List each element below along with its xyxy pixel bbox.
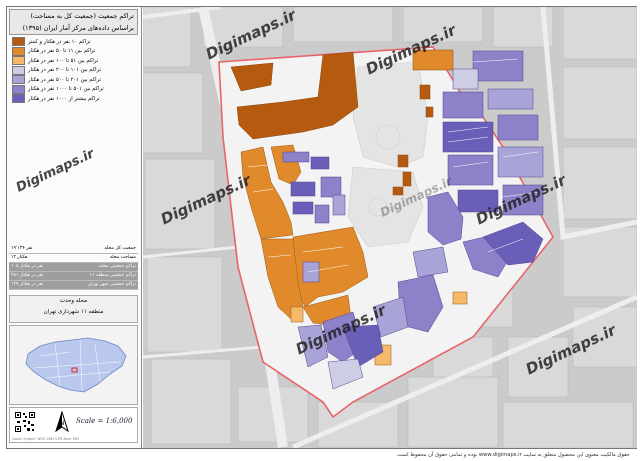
stats-value: ۲۸۱ نفر در هکتار: [11, 273, 44, 278]
stats-table: ۱۹٬۱۳۴ نفر جمعیت کل محله ۱۲ هکتار مساحت مح…: [9, 245, 138, 290]
inset-map: [9, 325, 138, 405]
scale-box: N Scale = 1:6,000 Coord. System: WGS 198…: [9, 407, 138, 443]
legend-item: تراکم ۱۰ نفر در هکتار و کمتر: [9, 37, 138, 47]
stats-label: جمعیت کل محله: [104, 246, 136, 251]
map-title: تراکم جمعیت (جمعیت کل به مساحت) براساس د…: [9, 9, 138, 35]
north-arrow-icon: N: [55, 411, 69, 433]
map-title-line2: براساس داده‌های مرکز آمار ایران (۱۳۹۵): [22, 24, 134, 32]
stats-row: ۱۲۹ نفر در هکتار تراکم جمعیتی شهر تهران: [9, 281, 138, 290]
stats-value: ۱۲۹ نفر در هکتار: [11, 282, 44, 287]
stats-row: ۱۰۸ نفر در هکتار تراکم جمعیتی محله: [9, 263, 138, 272]
legend-label: تراکم ۱۰ نفر در هکتار و کمتر: [28, 38, 91, 45]
legend-item: تراکم بین ۱۰۱ تا ۲۰۰ نفر در هکتار: [9, 65, 138, 76]
legend-swatch: [12, 94, 25, 104]
map-svg: [143, 7, 637, 448]
legend-item: تراکم بین ۱۱ تا ۵۰ نفر در هکتار: [9, 46, 138, 57]
stats-value: ۱۹٬۱۳۴ نفر: [11, 246, 33, 251]
legend-item: تراکم بین ۵۰۱ تا ۱۰۰۰ نفر در هکتار: [9, 84, 138, 95]
legend-label: تراکم بین ۲۰۱ تا ۵۰۰ نفر در هکتار: [28, 76, 101, 83]
legend-swatch: [12, 37, 25, 47]
legend-label: تراکم بین ۱۱ تا ۵۰ نفر در هکتار: [28, 48, 96, 55]
legend-item: تراکم بین ۵۱ تا ۱۰۰ نفر در هکتار: [9, 56, 138, 66]
legend-panel: تراکم جمعیت (جمعیت کل به مساحت) براساس د…: [7, 7, 142, 448]
district-box: محله وحدت منطقه ۱۱ شهرداری تهران: [9, 295, 138, 323]
svg-text:N: N: [60, 420, 65, 427]
legend-swatch: [12, 46, 25, 56]
stats-row: ۲۸۱ نفر در هکتار تراکم جمعیتی منطقه ۱۱: [9, 272, 138, 281]
legend-swatch: [12, 65, 25, 75]
stats-row: ۱۲ هکتار مساحت محله: [9, 254, 138, 263]
legend-label: تراکم بین ۱۰۱ تا ۲۰۰ نفر در هکتار: [28, 67, 101, 74]
legend-item: تراکم بین ۲۰۱ تا ۵۰۰ نفر در هکتار: [9, 75, 138, 85]
stats-label: تراکم جمعیتی محله: [99, 264, 136, 269]
stats-label: مساحت محله: [109, 255, 136, 260]
projection-credit: Coord. System: WGS 1984 UTM Zone 39N: [12, 437, 79, 441]
legend-label: تراکم بین ۵۱ تا ۱۰۰ نفر در هکتار: [28, 57, 99, 64]
legend-label: تراکم بین ۵۰۱ تا ۱۰۰۰ نفر در هکتار: [28, 86, 104, 93]
stats-label: تراکم جمعیتی شهر تهران: [87, 282, 136, 287]
stats-value: ۱۰۸ نفر در هکتار: [11, 264, 44, 269]
qr-code: [14, 411, 36, 433]
scale-label: Scale = 1:6,000: [76, 417, 133, 425]
stats-label: تراکم جمعیتی منطقه ۱۱: [89, 273, 136, 278]
map-canvas[interactable]: Digimaps.ir Digimaps.ir Digimaps.ir Digi…: [143, 7, 637, 448]
legend-label: تراکم بیشتر از ۱۰۰۰ نفر در هکتار: [28, 95, 100, 102]
legend-item: تراکم بیشتر از ۱۰۰۰ نفر در هکتار: [9, 94, 138, 104]
tehran-outline: [25, 337, 127, 393]
stats-row: ۱۹٬۱۳۴ نفر جمعیت کل محله: [9, 245, 138, 254]
legend-swatch: [12, 84, 25, 94]
district-region: منطقه ۱۱ شهرداری تهران: [43, 309, 104, 315]
map-title-line1: تراکم جمعیت (جمعیت کل به مساحت): [30, 12, 134, 20]
legend: تراکم ۱۰ نفر در هکتار و کمتر تراکم بین ۱…: [9, 37, 138, 104]
legend-swatch: [12, 75, 25, 85]
district-name: محله وحدت: [59, 298, 88, 304]
copyright-footer: حقوق مالکیت معنوی این محصول متعلق به سای…: [396, 452, 630, 458]
stats-value: ۱۲ هکتار: [11, 255, 28, 260]
legend-swatch: [12, 56, 25, 66]
